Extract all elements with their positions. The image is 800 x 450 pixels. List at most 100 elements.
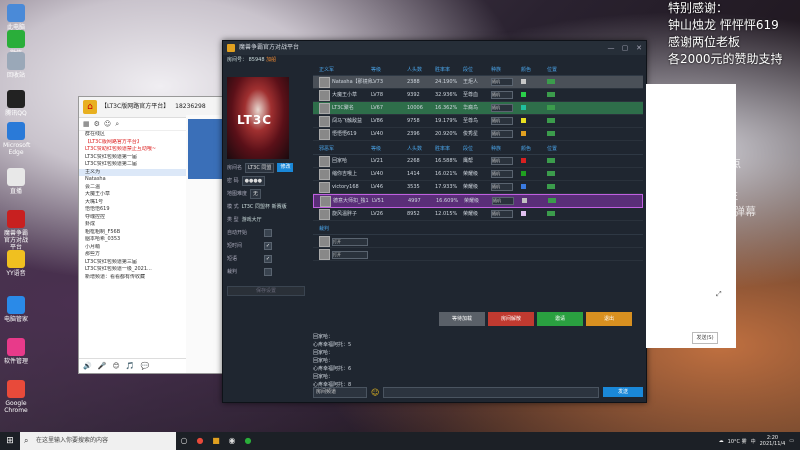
player-race[interactable]: 随机 bbox=[491, 155, 521, 167]
player-rate[interactable]: 12.015% bbox=[435, 208, 463, 220]
player-avatar[interactable] bbox=[319, 76, 330, 88]
player-name-cell[interactable]: 闯马飞触敌益 bbox=[319, 115, 371, 127]
player-race[interactable]: 随机 bbox=[492, 195, 522, 207]
player-lv[interactable]: LV40 bbox=[371, 168, 407, 180]
modify-button[interactable]: 修改 bbox=[277, 163, 294, 172]
search-icon[interactable]: ⌕ bbox=[115, 120, 119, 129]
race-select[interactable]: 随机 bbox=[491, 183, 513, 191]
player-race[interactable]: 随机 bbox=[491, 76, 521, 88]
column-header[interactable]: 颜色 bbox=[521, 65, 547, 75]
slot-badge[interactable] bbox=[547, 131, 555, 136]
race-select[interactable]: 随机 bbox=[491, 157, 513, 165]
player-race[interactable]: 随机 bbox=[491, 181, 521, 193]
color-swatch[interactable] bbox=[521, 158, 526, 163]
slot-badge[interactable] bbox=[547, 184, 555, 189]
race-select[interactable]: 随机 bbox=[491, 91, 513, 99]
player-race[interactable]: 随机 bbox=[491, 168, 521, 180]
player-name[interactable]: LT3C聚名 bbox=[332, 102, 354, 114]
message-icon[interactable]: 💬 bbox=[140, 362, 149, 370]
speaker-icon[interactable]: 🔊 bbox=[83, 362, 92, 370]
player-rate[interactable]: 17.933% bbox=[435, 181, 463, 193]
game-taskbar-icon[interactable]: ■ bbox=[208, 432, 224, 450]
player-race[interactable]: 随机 bbox=[491, 102, 521, 114]
minimize-icon[interactable]: — bbox=[604, 41, 618, 55]
player-name-cell[interactable]: 回家哈 bbox=[319, 155, 371, 167]
column-header[interactable]: 颜色 bbox=[521, 144, 547, 154]
player-position[interactable] bbox=[547, 181, 569, 193]
chrome-taskbar-icon[interactable]: ● bbox=[192, 432, 208, 450]
player-avatar[interactable] bbox=[319, 155, 330, 167]
log-line[interactable]: 心疼幸福阿托：5 bbox=[313, 341, 351, 349]
player-rank[interactable]: 华裔鸟 bbox=[463, 102, 491, 114]
player-name[interactable]: 大魔王小草 bbox=[332, 89, 357, 101]
music-icon[interactable]: 🎵 bbox=[126, 362, 135, 370]
maximize-icon[interactable]: ▢ bbox=[618, 41, 632, 55]
player-row[interactable]: 闯马飞触敌益 LV86 9758 19.179% 至尊鸟 随机 bbox=[313, 115, 643, 128]
player-name-cell[interactable]: 悟悟悟619 bbox=[319, 128, 371, 140]
desktop-icon[interactable]: YY语音 bbox=[3, 250, 29, 277]
ime-indicator[interactable]: 中 bbox=[751, 438, 756, 445]
desktop-icon-label[interactable]: 魔兽争霸官方对战平台 bbox=[3, 230, 29, 251]
desktop-icon[interactable]: Microsoft Edge bbox=[3, 122, 30, 156]
player-lv[interactable]: LV78 bbox=[371, 89, 407, 101]
player-rank[interactable]: 荣耀级 bbox=[463, 181, 491, 193]
opt-phrase-checkbox[interactable]: ✓ bbox=[264, 254, 272, 263]
player-lv[interactable]: LV26 bbox=[371, 208, 407, 220]
player-rank[interactable]: 荣耀级 bbox=[464, 195, 492, 207]
player-row[interactable]: Natasha【那镜师】LV73238824.190%王炬人随机 bbox=[313, 76, 643, 89]
desktop-icon[interactable]: 回收站 bbox=[3, 52, 29, 79]
player-rank[interactable]: 鹰帮 bbox=[463, 155, 491, 167]
desktop-icon-label[interactable]: 电脑管家 bbox=[3, 316, 29, 323]
settings-icon[interactable]: ⚙ bbox=[94, 120, 100, 128]
race-select[interactable]: 随机 bbox=[492, 197, 514, 205]
taskbar-search[interactable]: 在这里输入你要搜索的内容 bbox=[20, 432, 176, 450]
player-row[interactable]: 德意大师扣_独1 LV51 4997 16.609% 荣耀级 随机 bbox=[313, 194, 643, 208]
player-kills[interactable]: 8952 bbox=[407, 208, 435, 220]
clock[interactable]: 2:20 2021/11/4 bbox=[760, 435, 786, 447]
judge-avatar[interactable] bbox=[319, 248, 330, 260]
player-race[interactable]: 随机 bbox=[491, 128, 521, 140]
color-swatch[interactable] bbox=[522, 198, 527, 203]
app-icon[interactable] bbox=[7, 30, 25, 48]
player-avatar[interactable] bbox=[319, 89, 330, 101]
player-name-cell[interactable]: 德意大师扣_独1 bbox=[320, 195, 372, 207]
player-rate[interactable]: 16.362% bbox=[435, 102, 463, 114]
app-icon[interactable] bbox=[7, 296, 25, 314]
slot-badge[interactable] bbox=[547, 171, 555, 176]
desktop-icon-label[interactable]: 直播 bbox=[3, 188, 29, 195]
player-kills[interactable]: 2388 bbox=[407, 76, 435, 88]
desktop-icon-label[interactable]: 腾讯QQ bbox=[3, 110, 29, 117]
player-position[interactable] bbox=[547, 115, 569, 127]
player-position[interactable] bbox=[547, 89, 569, 101]
player-lv[interactable]: LV46 bbox=[371, 181, 407, 193]
column-header[interactable]: 邪恶军 bbox=[319, 144, 371, 154]
desktop-icon-label[interactable]: Google Chrome bbox=[3, 400, 29, 414]
player-rate[interactable]: 16.021% bbox=[435, 168, 463, 180]
desktop-icon[interactable]: 软件管理 bbox=[3, 338, 29, 365]
slot-badge[interactable] bbox=[548, 198, 556, 203]
app-icon[interactable] bbox=[7, 380, 25, 398]
player-color[interactable] bbox=[522, 195, 548, 207]
color-swatch[interactable] bbox=[521, 92, 526, 97]
player-name[interactable]: 缩你吉哦上 bbox=[332, 168, 357, 180]
race-select[interactable]: 随机 bbox=[491, 104, 513, 112]
player-lv[interactable]: LV86 bbox=[371, 115, 407, 127]
desktop-icon[interactable]: 魔兽争霸官方对战平台 bbox=[3, 210, 29, 251]
judge-avatar[interactable] bbox=[319, 235, 330, 247]
app-icon[interactable] bbox=[7, 52, 25, 70]
wait-load-button[interactable]: 等待加载 bbox=[439, 312, 485, 326]
judge-open-select[interactable]: 打开 bbox=[332, 251, 368, 259]
overlay-line[interactable]: 钟山烛龙 怦怦怦619 bbox=[668, 17, 783, 34]
player-row[interactable]: 大魔王小草 LV78 9392 32.936% 至尊血 随机 bbox=[313, 89, 643, 102]
player-row[interactable]: victory168 LV46 3535 17.933% 荣耀级 随机 bbox=[313, 181, 643, 194]
column-header[interactable]: 正义军 bbox=[319, 65, 371, 75]
desktop-icon-label[interactable]: Microsoft Edge bbox=[3, 142, 30, 156]
app-icon[interactable] bbox=[7, 168, 25, 186]
race-select[interactable]: 随机 bbox=[491, 210, 513, 218]
send-button[interactable]: 发送 bbox=[603, 387, 643, 397]
player-race[interactable]: 随机 bbox=[491, 208, 521, 220]
player-name-cell[interactable]: 大魔王小草 bbox=[319, 89, 371, 101]
player-color[interactable] bbox=[521, 155, 547, 167]
column-header[interactable]: 位置 bbox=[547, 65, 569, 75]
overlay-faded-line[interactable]: LT3C同盟专注 bbox=[668, 188, 756, 204]
